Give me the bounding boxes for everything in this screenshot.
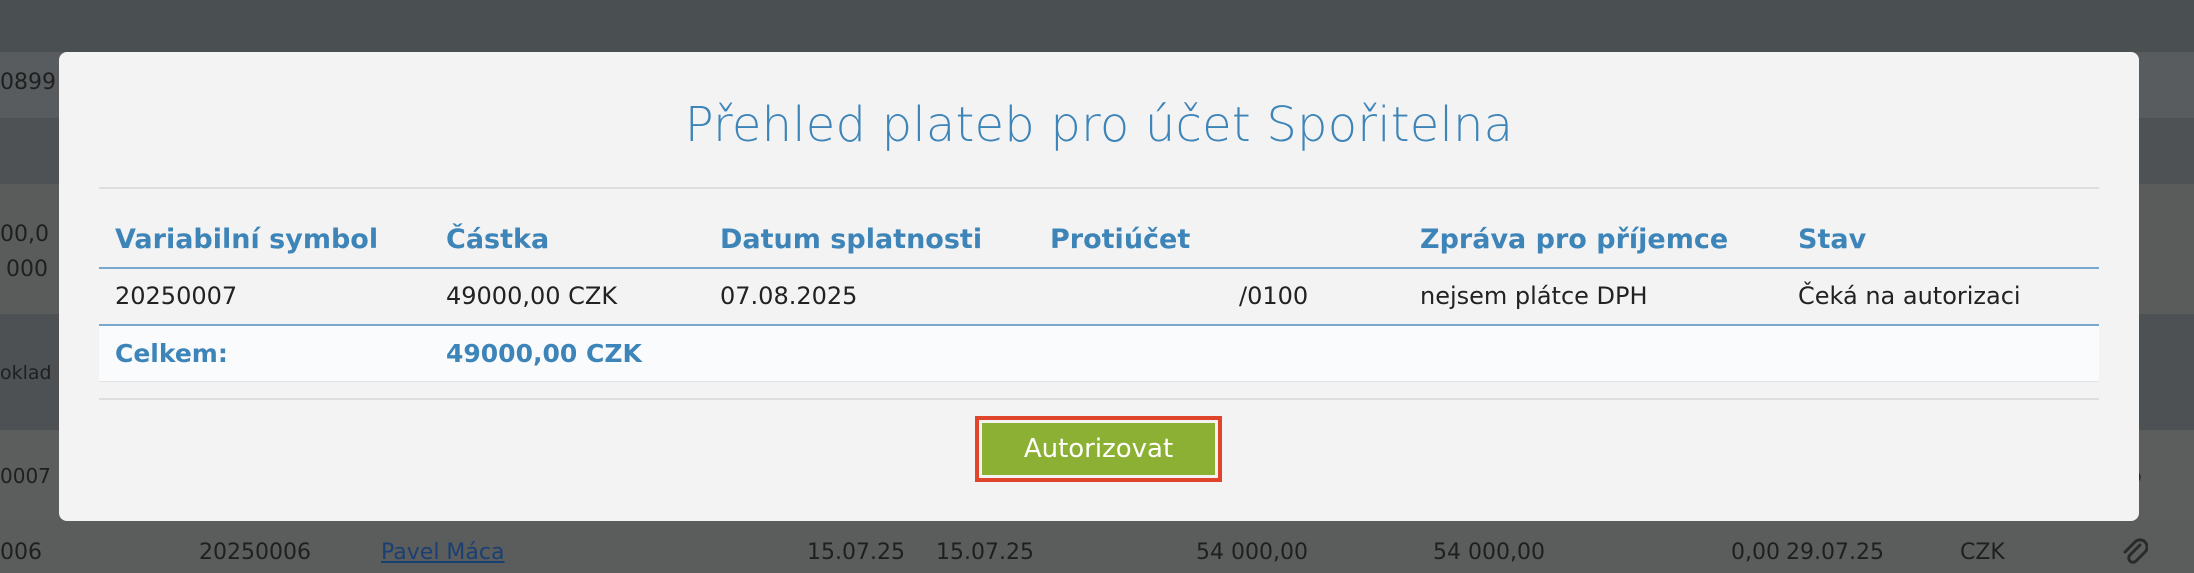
total-label: Celkem: bbox=[115, 339, 228, 368]
bg-fragment: 000 bbox=[6, 257, 48, 282]
payments-overview-modal: Přehled plateb pro účet Spořitelna Varia… bbox=[59, 52, 2139, 521]
table-header-row: Variabilní symbol Částka Datum splatnost… bbox=[99, 212, 2099, 269]
column-header: Variabilní symbol bbox=[115, 224, 379, 255]
cell-amount: 49000,00 CZK bbox=[446, 282, 618, 310]
title-divider bbox=[99, 187, 2099, 189]
bg-row-currency: CZK bbox=[1960, 540, 2005, 565]
table-row: 20250007 49000,00 CZK 07.08.2025 /0100 n… bbox=[99, 269, 2099, 326]
bg-row-vs: 20250006 bbox=[199, 540, 311, 565]
modal-title: Přehled plateb pro účet Spořitelna bbox=[684, 97, 1514, 153]
bg-row-amount2: 54 000,00 bbox=[1433, 540, 1545, 565]
bg-fragment: 0007 bbox=[0, 464, 51, 488]
column-header: Protiúčet bbox=[1050, 224, 1191, 255]
bg-row-date2: 15.07.25 bbox=[936, 540, 1034, 565]
bg-row-zero: 0,00 bbox=[1731, 540, 1780, 565]
bg-fragment: 006 bbox=[0, 540, 42, 565]
authorize-button[interactable]: Autorizovat bbox=[982, 423, 1215, 475]
payments-table: Variabilní symbol Částka Datum splatnost… bbox=[99, 212, 2099, 382]
bg-row-name-link[interactable]: Pavel Máca bbox=[381, 540, 504, 565]
bg-row-date1: 15.07.25 bbox=[807, 540, 905, 565]
total-amount: 49000,00 CZK bbox=[446, 339, 642, 368]
column-header: Datum splatnosti bbox=[720, 224, 983, 255]
column-header: Stav bbox=[1798, 224, 1867, 255]
authorize-button-highlight: Autorizovat bbox=[975, 416, 1222, 482]
bg-fragment: 0899 bbox=[0, 70, 56, 95]
column-header: Zpráva pro příjemce bbox=[1420, 224, 1729, 255]
bg-header-band bbox=[0, 0, 2194, 52]
bg-fragment: 00,0 bbox=[0, 222, 49, 247]
cell-variable-symbol: 20250007 bbox=[115, 282, 238, 310]
paperclip-icon[interactable] bbox=[2120, 536, 2149, 573]
cell-counter-account: /0100 bbox=[1239, 282, 1309, 310]
table-total-row: Celkem: 49000,00 CZK bbox=[99, 326, 2099, 382]
bg-row-date3: 29.07.25 bbox=[1786, 540, 1884, 565]
cell-due-date: 07.08.2025 bbox=[720, 282, 858, 310]
footer-divider bbox=[99, 398, 2099, 400]
cell-message: nejsem plátce DPH bbox=[1420, 282, 1648, 310]
column-header: Částka bbox=[446, 224, 550, 255]
cell-status: Čeká na autorizaci bbox=[1798, 282, 2021, 310]
bg-row-amount1: 54 000,00 bbox=[1196, 540, 1308, 565]
bg-fragment: oklad bbox=[0, 362, 52, 384]
